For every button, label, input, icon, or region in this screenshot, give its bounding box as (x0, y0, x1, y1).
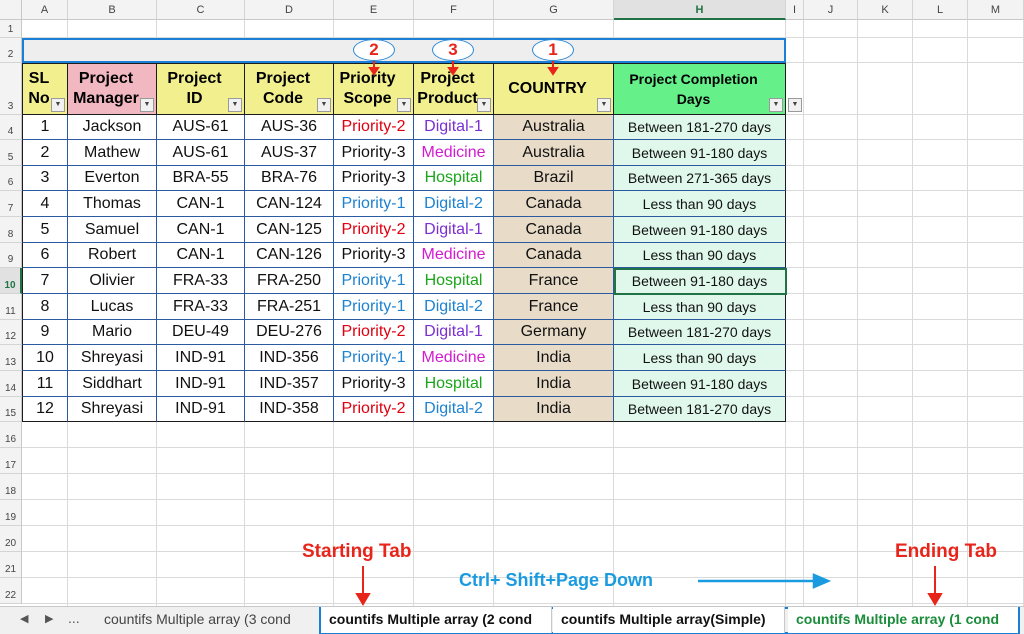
sheet-tab-bar: ◀ ▶ ... countifs Multiple array (3 cond … (0, 606, 1024, 634)
tab-countifs-2-cond[interactable]: countifs Multiple array (2 cond (321, 607, 552, 633)
tab-countifs-3-cond[interactable]: countifs Multiple array (3 cond (96, 607, 320, 633)
tab-more-button[interactable]: ... (68, 610, 80, 626)
tab-scroll-left-icon[interactable]: ◀ (20, 612, 28, 625)
tab-countifs-1-cond[interactable]: countifs Multiple array (1 cond (788, 607, 1018, 633)
tab-countifs-simple[interactable]: countifs Multiple array(Simple) (553, 607, 785, 633)
ending-tab-label: Ending Tab (895, 541, 998, 562)
spreadsheet-grid[interactable]: ABCDEFGHIJKLM 1 2 3 4 5 6 7 8 9 10 11 12 13 14 15 16 17 1… (0, 0, 1024, 606)
annotation-arrows (355, 61, 943, 606)
tab-scroll-right-icon[interactable]: ▶ (45, 612, 53, 625)
starting-tab-label: Starting Tab (302, 541, 412, 562)
shortcut-label: Ctrl+ Shift+Page Down (459, 570, 654, 590)
